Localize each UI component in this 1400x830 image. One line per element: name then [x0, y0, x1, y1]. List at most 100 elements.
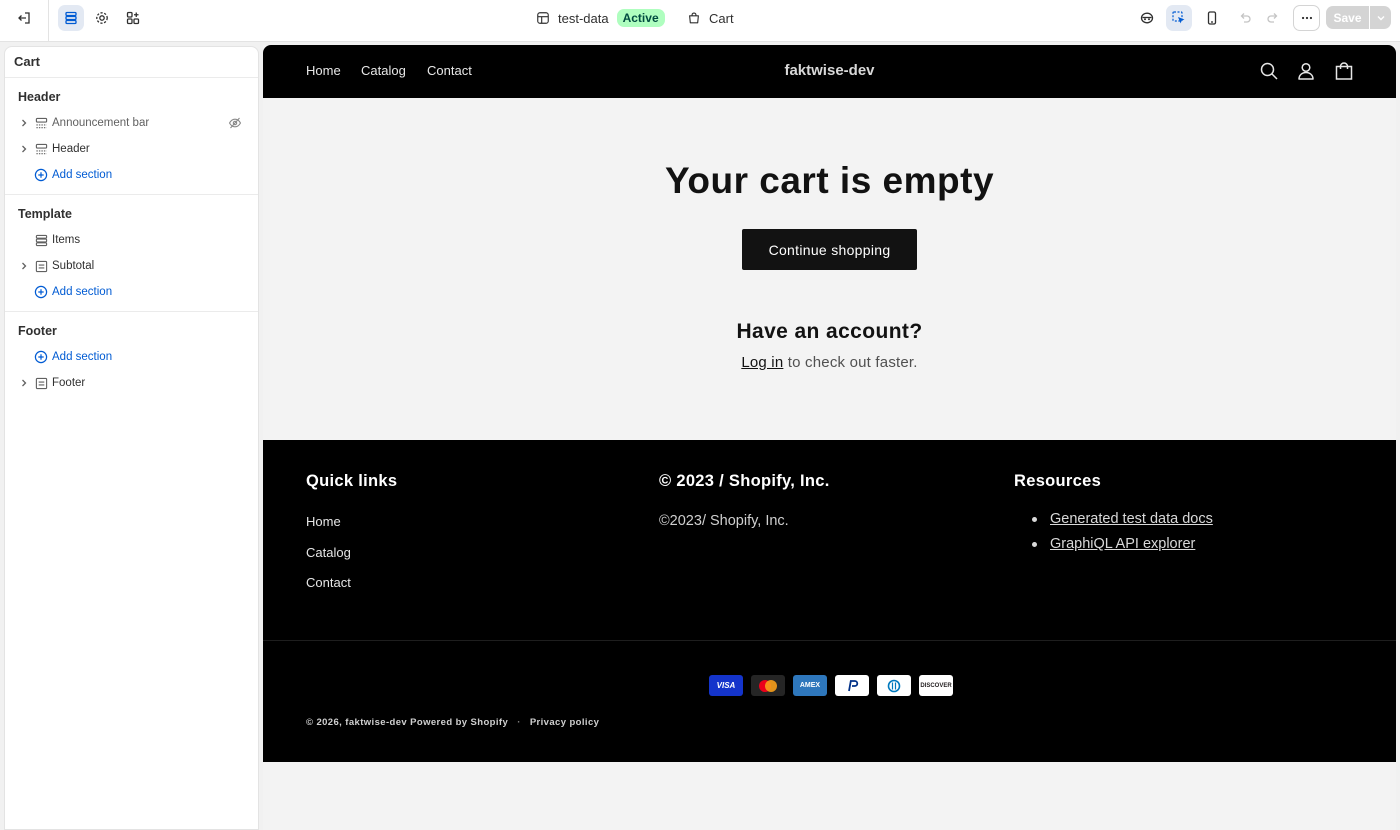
- exit-icon: [18, 12, 30, 24]
- page-selector[interactable]: Cart: [687, 7, 734, 29]
- cart-empty-section: Your cart is empty Continue shopping Hav…: [263, 98, 1396, 440]
- group-heading: Template: [18, 207, 72, 221]
- topbar-divider: [48, 0, 49, 42]
- login-prompt: Log in to check out faster.: [263, 354, 1396, 371]
- footer-middle-text: ©2023/ Shopify, Inc.: [659, 513, 789, 529]
- gear-icon: [96, 12, 108, 24]
- section-icon: [34, 376, 48, 390]
- footer-divider: [263, 640, 1396, 641]
- footer-link-home[interactable]: Home: [306, 514, 341, 529]
- section-footer[interactable]: Footer: [5, 370, 258, 396]
- plus-circle-icon: [34, 285, 48, 299]
- copyright-line: © 2026, faktwise-dev Powered by Shopify …: [306, 717, 599, 728]
- section-announcement-bar[interactable]: Announcement bar: [5, 110, 258, 136]
- resource-link-graphiql[interactable]: GraphiQL API explorer: [1050, 536, 1195, 552]
- sections-icon: [65, 11, 77, 25]
- redo-button[interactable]: [1260, 5, 1286, 31]
- header-group: Header Announcement bar Header Add secti…: [5, 78, 258, 195]
- discover-icon: DISCOVER: [919, 675, 953, 696]
- eye-hidden-icon[interactable]: [228, 116, 242, 130]
- store-logo[interactable]: faktwise-dev: [263, 62, 1396, 79]
- footer-link-contact[interactable]: Contact: [306, 575, 351, 590]
- shopping-bag-icon: [689, 12, 699, 24]
- privacy-policy-link[interactable]: Privacy policy: [530, 717, 600, 728]
- section-label: Footer: [52, 377, 86, 389]
- undo-button[interactable]: [1232, 5, 1258, 31]
- search-icon[interactable]: [1259, 61, 1279, 81]
- sidebar-title: Cart: [5, 47, 258, 78]
- add-section-button[interactable]: Add section: [5, 279, 258, 305]
- store-footer: Quick links Home Catalog Contact © 2023 …: [263, 440, 1396, 762]
- cart-empty-title: Your cart is empty: [664, 160, 995, 201]
- diners-club-icon: [877, 675, 911, 696]
- resources-list: Generated test data docs GraphiQL API ex…: [1032, 511, 1213, 561]
- section-label: Announcement bar: [52, 117, 150, 129]
- add-section-label: Add section: [52, 169, 113, 181]
- chevron-down-icon: [1377, 15, 1384, 20]
- add-section-button[interactable]: Add section: [5, 162, 258, 188]
- chevron-right-icon[interactable]: [18, 377, 30, 389]
- editor-topbar: test-data Active Cart Save: [0, 0, 1400, 42]
- add-section-label: Add section: [52, 351, 113, 363]
- footer-link-catalog[interactable]: Catalog: [306, 545, 351, 560]
- redo-icon: [1267, 13, 1278, 23]
- login-suffix: to check out faster.: [783, 354, 918, 371]
- sections-sidebar: Cart Header Announcement bar Header Add …: [4, 46, 259, 830]
- theme-icon: [537, 12, 549, 24]
- add-section-button[interactable]: Add section: [5, 344, 258, 370]
- account-icon[interactable]: [1296, 61, 1316, 81]
- exit-button[interactable]: [11, 5, 37, 31]
- add-section-label: Add section: [52, 286, 113, 298]
- amex-icon: AMEX: [793, 675, 827, 696]
- separator-dot: ·: [517, 717, 521, 728]
- section-icon: [34, 142, 48, 156]
- section-items[interactable]: Items: [5, 227, 258, 253]
- powered-by-link[interactable]: Powered by Shopify: [410, 717, 508, 728]
- inspector-button[interactable]: [1134, 5, 1160, 31]
- cart-icon[interactable]: [1334, 61, 1354, 81]
- store-header: Home Catalog Contact faktwise-dev: [263, 45, 1396, 98]
- theme-settings-button[interactable]: [89, 5, 115, 31]
- ellipsis-icon: [1301, 16, 1312, 20]
- select-element-button[interactable]: [1166, 5, 1192, 31]
- continue-shopping-button[interactable]: Continue shopping: [742, 229, 917, 270]
- copyright-prefix: © 2026,: [306, 717, 346, 728]
- apps-icon: [126, 11, 140, 25]
- template-group: Template Items Subtotal Add section: [5, 195, 258, 312]
- inspector-icon: [1140, 12, 1154, 24]
- list-item: Generated test data docs: [1032, 511, 1213, 536]
- group-heading: Header: [18, 90, 61, 104]
- chevron-right-icon[interactable]: [18, 260, 30, 272]
- quick-links-heading: Quick links: [306, 472, 398, 490]
- sections-tab-button[interactable]: [58, 5, 84, 31]
- status-badge: Active: [616, 9, 665, 27]
- mobile-icon: [1207, 11, 1217, 25]
- theme-selector[interactable]: test-data Active: [536, 7, 665, 29]
- resources-heading: Resources: [1014, 472, 1102, 490]
- chevron-right-icon[interactable]: [18, 143, 30, 155]
- mastercard-icon: [751, 675, 785, 696]
- section-icon: [34, 233, 48, 247]
- paypal-icon: [835, 675, 869, 696]
- cursor-select-icon: [1172, 11, 1185, 24]
- copyright-store-link[interactable]: faktwise-dev: [345, 717, 407, 728]
- save-options-button[interactable]: [1370, 6, 1391, 29]
- save-button[interactable]: Save: [1326, 6, 1369, 29]
- chevron-right-icon[interactable]: [18, 117, 30, 129]
- mobile-view-button[interactable]: [1199, 5, 1225, 31]
- section-label: Header: [52, 143, 90, 155]
- group-heading: Footer: [18, 324, 57, 338]
- apps-button[interactable]: [120, 5, 146, 31]
- section-header[interactable]: Header: [5, 136, 258, 162]
- footer-middle-heading: © 2023 / Shopify, Inc.: [659, 472, 830, 490]
- undo-icon: [1240, 13, 1251, 23]
- footer-group: Footer Add section Footer: [5, 312, 258, 402]
- storefront-preview: Home Catalog Contact faktwise-dev Your c…: [263, 45, 1396, 830]
- section-icon: [34, 116, 48, 130]
- more-actions-button[interactable]: [1293, 5, 1320, 31]
- resource-link-docs[interactable]: Generated test data docs: [1050, 511, 1213, 527]
- theme-name: test-data: [558, 10, 609, 26]
- login-link[interactable]: Log in: [741, 354, 783, 371]
- section-subtotal[interactable]: Subtotal: [5, 253, 258, 279]
- preview-empty-area: [263, 762, 1396, 830]
